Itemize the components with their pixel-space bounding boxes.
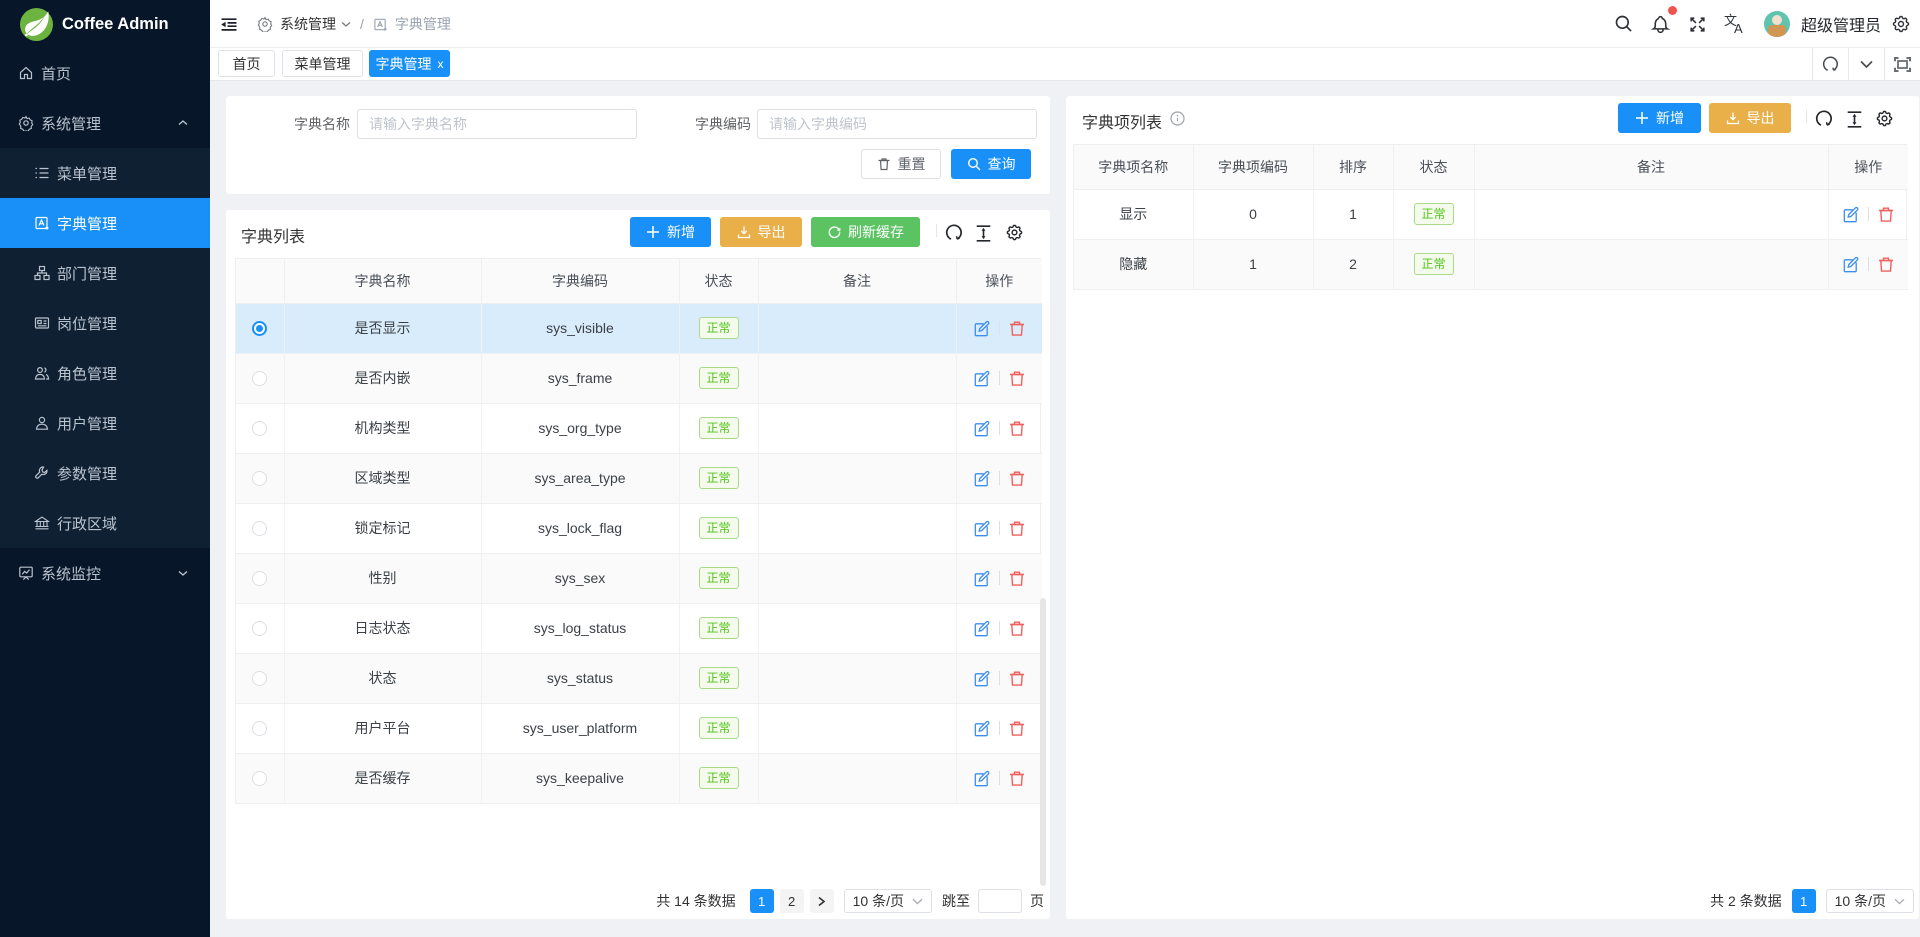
svg-text:A: A bbox=[1734, 21, 1743, 35]
